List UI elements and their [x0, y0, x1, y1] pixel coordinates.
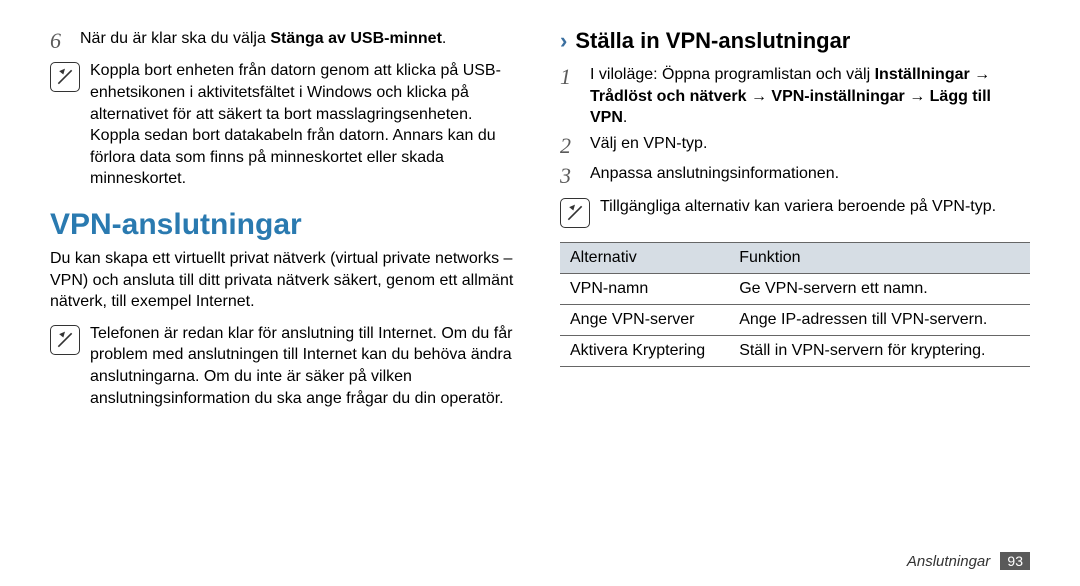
right-column: › Ställa in VPN-anslutningar 1 I viloläg…: [560, 28, 1030, 423]
step-number: 3: [560, 163, 582, 189]
step-1-text: I viloläge: Öppna programlistan och välj…: [590, 64, 1030, 129]
note-vpn-options: Tillgängliga alternativ kan variera bero…: [560, 196, 1030, 228]
vpn-options-table: Alternativ Funktion VPN-namn Ge VPN-serv…: [560, 242, 1030, 367]
table-row: VPN-namn Ge VPN-servern ett namn.: [560, 273, 1030, 304]
table-row: Aktivera Kryptering Ställ in VPN-servern…: [560, 335, 1030, 366]
col-funktion: Funktion: [729, 242, 1030, 273]
cell-alt: Aktivera Kryptering: [560, 335, 729, 366]
step-number: 6: [50, 28, 72, 54]
step-6-bold: Stänga av USB-minnet: [270, 30, 442, 47]
chevron-right-icon: ›: [560, 30, 567, 52]
cell-alt: VPN-namn: [560, 273, 729, 304]
note-internet: Telefonen är redan klar för anslutning t…: [50, 323, 520, 409]
note-usb-text: Koppla bort enheten från datorn genom at…: [90, 60, 520, 190]
note-vpn-options-text: Tillgängliga alternativ kan variera bero…: [600, 196, 1030, 228]
step-3: 3 Anpassa anslutningsinformationen.: [560, 163, 1030, 189]
step-number: 2: [560, 133, 582, 159]
note-internet-text: Telefonen är redan klar för anslutning t…: [90, 323, 520, 409]
table-row: Ange VPN-server Ange IP-adressen till VP…: [560, 304, 1030, 335]
step-6-post: .: [442, 30, 446, 47]
step-2-text: Välj en VPN-typ.: [590, 133, 1030, 159]
note-icon: [50, 325, 80, 355]
vpn-intro: Du kan skapa ett virtuellt privat nätver…: [50, 248, 520, 313]
subheading-text: Ställa in VPN-anslutningar: [575, 28, 850, 54]
table-header-row: Alternativ Funktion: [560, 242, 1030, 273]
step-1: 1 I viloläge: Öppna programlistan och vä…: [560, 64, 1030, 129]
note-icon: [560, 198, 590, 228]
s1-b1: Inställningar: [875, 66, 970, 83]
note-icon: [50, 62, 80, 92]
col-alternativ: Alternativ: [560, 242, 729, 273]
s1-pre: I viloläge: Öppna programlistan och välj: [590, 66, 875, 83]
cell-func: Ställ in VPN-servern för kryptering.: [729, 335, 1030, 366]
page-footer: Anslutningar 93: [907, 552, 1030, 570]
footer-section-label: Anslutningar: [907, 553, 990, 570]
section-title-vpn: VPN-anslutningar: [50, 208, 520, 242]
step-6-pre: När du är klar ska du välja: [80, 30, 270, 47]
step-3-text: Anpassa anslutningsinformationen.: [590, 163, 1030, 189]
step-6: 6 När du är klar ska du välja Stänga av …: [50, 28, 520, 54]
s1-a1: →: [970, 66, 990, 83]
s1-b3: VPN-inställningar: [771, 88, 904, 105]
s1-b2: Trådlöst och nätverk: [590, 88, 747, 105]
subheading-setup-vpn: › Ställa in VPN-anslutningar: [560, 28, 1030, 54]
step-2: 2 Välj en VPN-typ.: [560, 133, 1030, 159]
step-6-text: När du är klar ska du välja Stänga av US…: [80, 28, 520, 54]
left-column: 6 När du är klar ska du välja Stänga av …: [50, 28, 520, 423]
cell-func: Ge VPN-servern ett namn.: [729, 273, 1030, 304]
step-number: 1: [560, 64, 582, 129]
cell-alt: Ange VPN-server: [560, 304, 729, 335]
s1-post: .: [623, 109, 627, 126]
s1-a2: →: [747, 88, 772, 105]
cell-func: Ange IP-adressen till VPN-servern.: [729, 304, 1030, 335]
s1-a3: →: [905, 88, 930, 105]
note-usb: Koppla bort enheten från datorn genom at…: [50, 60, 520, 190]
page-number: 93: [1000, 552, 1030, 570]
